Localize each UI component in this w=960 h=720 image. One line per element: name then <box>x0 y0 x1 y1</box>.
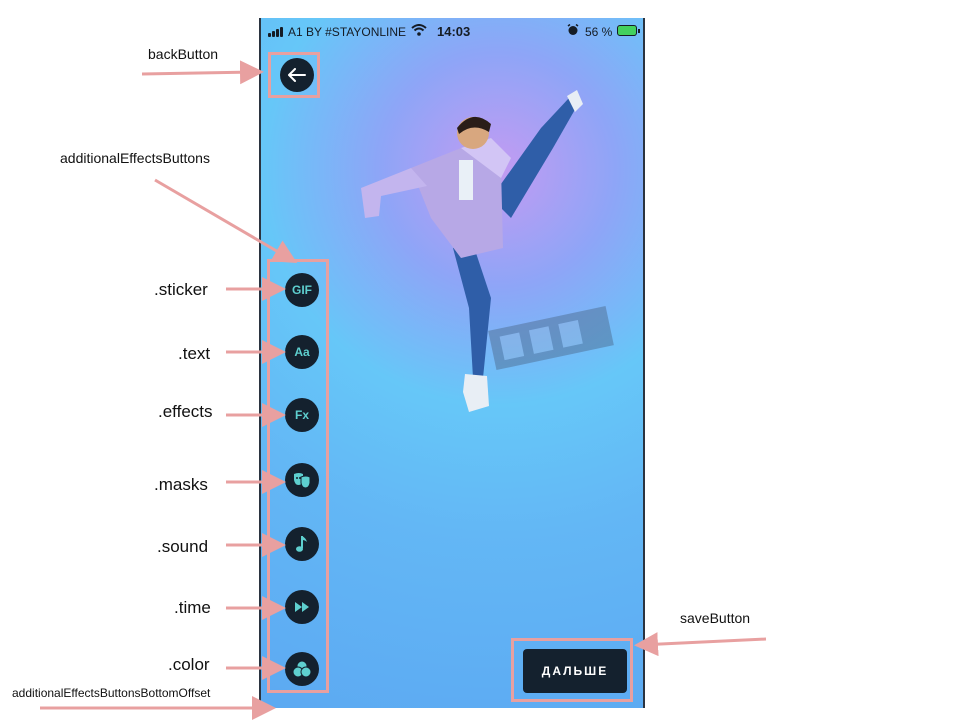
annotation-time: .time <box>174 598 211 617</box>
annotation-additional-effects-buttons: additionalEffectsButtons <box>60 150 210 166</box>
annotation-sticker: .sticker <box>154 280 208 299</box>
annotation-arrows <box>40 60 767 720</box>
annotation-save-button: saveButton <box>680 610 751 626</box>
annotation-effects: .effects <box>158 402 213 421</box>
annotation-sound: .sound <box>157 537 209 556</box>
annotation-text: .text <box>178 344 211 363</box>
annotation-back-button: backButton <box>148 46 219 62</box>
annotation-color: .color <box>168 655 210 674</box>
annotation-bottom-offset: additionalEffectsButtonsBottomOffset <box>12 686 211 700</box>
annotation-masks: .masks <box>154 475 208 494</box>
